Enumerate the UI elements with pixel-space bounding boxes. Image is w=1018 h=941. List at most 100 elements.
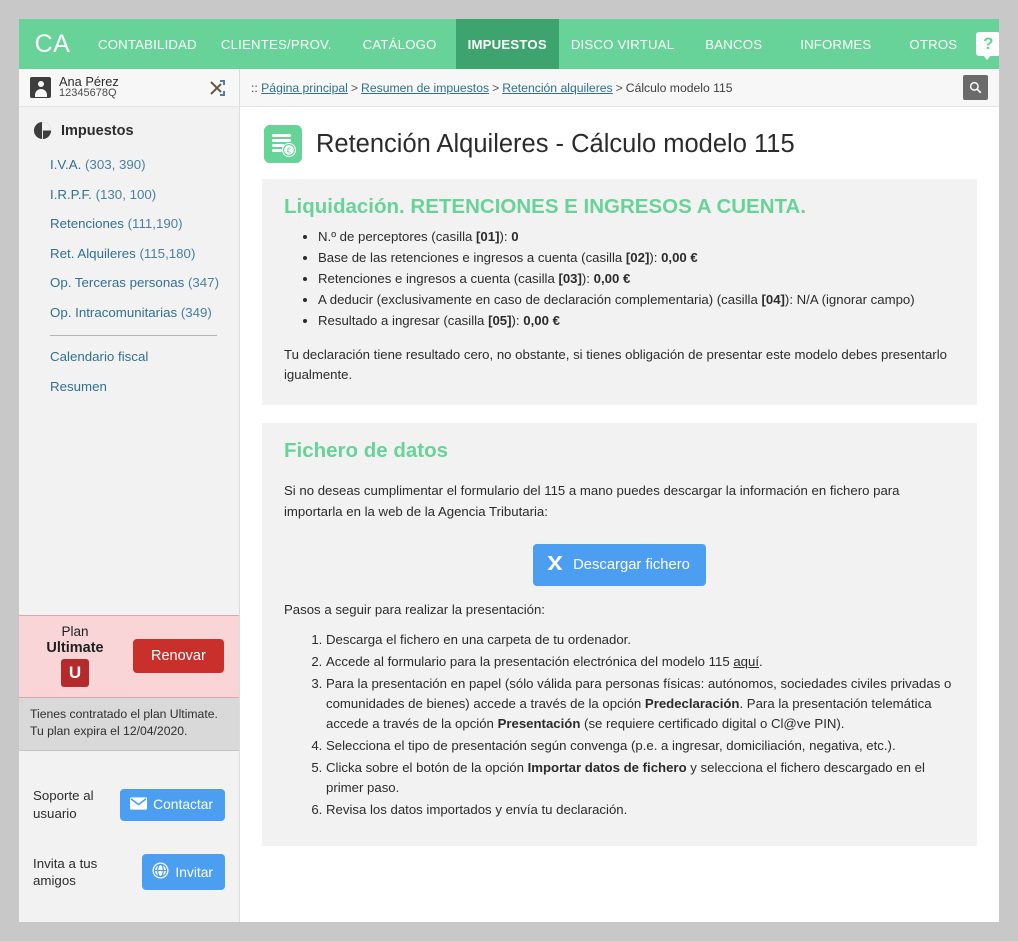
invite-button-label: Invitar (175, 864, 213, 880)
sidebar-item-retenciones[interactable]: Retenciones (111,190) (19, 209, 239, 239)
pie-chart-icon (33, 121, 52, 140)
contact-button[interactable]: Contactar (120, 788, 225, 821)
search-icon[interactable] (963, 75, 988, 100)
sidebar-item-resumen[interactable]: Resumen (19, 372, 239, 402)
item-text: Resultado a ingresar (casilla (318, 313, 489, 329)
sidebar-item-label: Op. Terceras personas (50, 275, 188, 291)
list-item: Descarga el fichero en una carpeta de tu… (326, 630, 955, 650)
breadcrumb-sep: > (492, 80, 500, 95)
nav-item-bancos[interactable]: BANCOS (686, 19, 781, 69)
nav-item-disco-virtual[interactable]: DISCO VIRTUAL (559, 19, 686, 69)
breadcrumb: :: Página principal > Resumen de impuestos… (251, 81, 963, 95)
step-bold-presentacion: Presentación (497, 715, 581, 731)
item-value: 0,00 € (523, 313, 560, 329)
breadcrumb-item-current: Cálculo modelo 115 (625, 80, 733, 95)
plan-info: Plan Ultimate U (29, 624, 121, 687)
plan-note-line2: Tu plan expira el 12/04/2020. (30, 724, 188, 739)
sidebar-item-ret-alquileres[interactable]: Ret. Alquileres (115,180) (19, 239, 239, 269)
nav-item-impuestos[interactable]: IMPUESTOS (455, 19, 559, 69)
sidebar-item-irpf[interactable]: I.R.P.F. (130, 100) (19, 180, 239, 210)
invite-label: Invita a tus amigos (33, 855, 98, 888)
breadcrumb-prefix: :: (251, 80, 258, 95)
fichero-panel: Fichero de datos Si no deseas cumpliment… (262, 423, 977, 847)
support-area: Soporte al usuario Contactar Invita a tu… (19, 751, 239, 922)
link-aqui[interactable]: aquí (733, 654, 759, 669)
sidebar-item-label: Ret. Alquileres (50, 245, 140, 261)
step-bold-predeclaracion: Predeclaración (644, 695, 740, 711)
list-item: Base de las retenciones e ingresos a cue… (318, 248, 955, 268)
brand-logo[interactable]: CA (19, 19, 86, 69)
step-text: Revisa los datos importados y envía tu d… (326, 802, 628, 818)
envelope-icon (130, 797, 148, 813)
tax-document-icon: € (264, 125, 302, 163)
item-value: 0,00 € (593, 271, 631, 287)
fichero-intro: Si no deseas cumplimentar el formulario … (284, 483, 900, 519)
plan-word: Plan (61, 624, 89, 640)
sidebar-item-num: (130, 100) (95, 186, 157, 202)
sidebar-item-iva[interactable]: I.V.A. (303, 390) (19, 150, 239, 180)
excel-file-icon (545, 553, 565, 577)
step-text: Clicka sobre el botón de la opción (326, 760, 528, 775)
step-bold-importar: Importar datos de fichero (527, 760, 687, 775)
list-item: N.º de perceptores (casilla [01]): 0 (318, 227, 955, 247)
app-window: CA CONTABILIDAD CLIENTES/PROV. CATÁLOGO … (19, 19, 999, 922)
fichero-title: Fichero de datos (284, 439, 449, 463)
support-row-invite: Invita a tus amigos Invitar (19, 854, 239, 890)
nav-item-contabilidad[interactable]: CONTABILIDAD (86, 19, 209, 69)
list-item: Para la presentación en papel (sólo váli… (326, 674, 955, 734)
sidebar-item-label: Op. Intracomunitarias (50, 304, 181, 320)
user-names: Ana Pérez 12345678Q (59, 75, 208, 100)
breadcrumb-item-pagina-principal[interactable]: Página principal (261, 81, 348, 95)
list-item: Accede al formulario para la presentació… (326, 652, 955, 672)
step-text: Accede al formulario para la presentació… (326, 653, 734, 669)
globe-icon (152, 862, 169, 882)
breadcrumb-bar: :: Página principal > Resumen de impuestos… (240, 69, 999, 107)
liquidacion-note: Tu declaración tiene resultado cero, no … (284, 347, 947, 383)
main-content: :: Página principal > Resumen de impuestos… (240, 69, 999, 922)
nav-item-catalogo[interactable]: CATÁLOGO (344, 19, 456, 69)
user-name: Ana Pérez (59, 74, 119, 90)
nav-item-informes[interactable]: INFORMES (781, 19, 890, 69)
plan-name: Ultimate (46, 639, 104, 656)
item-tail: ): (499, 229, 512, 244)
support-row-contact: Soporte al usuario Contactar (19, 787, 239, 822)
liquidacion-list: N.º de perceptores (casilla [01]): 0 Bas… (284, 227, 955, 331)
list-item: Resultado a ingresar (casilla [05]): 0,0… (318, 311, 955, 331)
breadcrumb-item-retencion-alquileres[interactable]: Retención alquileres (502, 81, 612, 95)
nav-item-otros[interactable]: OTROS (890, 19, 976, 69)
item-tail: ): (649, 250, 662, 266)
item-text: Retenciones e ingresos a cuenta (casilla (318, 271, 559, 287)
item-tail: ): (581, 271, 594, 287)
sidebar-section-title: Impuestos (61, 122, 134, 139)
download-file-label: Descargar fichero (573, 556, 690, 573)
sidebar-item-num: (347) (187, 275, 220, 291)
renew-button[interactable]: Renovar (133, 638, 224, 673)
sidebar-item-op-intracomunitarias[interactable]: Op. Intracomunitarias (349) (19, 298, 239, 328)
steps-intro: Pasos a seguir para realizar la presenta… (284, 601, 545, 617)
nav-item-clientes-prov[interactable]: CLIENTES/PROV. (209, 19, 344, 69)
sidebar-item-num: (111,190) (127, 216, 183, 232)
list-item: Clicka sobre el botón de la opción Impor… (326, 758, 955, 798)
plan-box: Plan Ultimate U Renovar (19, 615, 239, 698)
plan-note-line1: Tienes contratado el plan Ultimate. (30, 706, 218, 721)
sidebar-item-calendario-fiscal[interactable]: Calendario fiscal (19, 342, 239, 372)
breadcrumb-item-resumen-impuestos[interactable]: Resumen de impuestos (361, 81, 489, 95)
item-text: N.º de perceptores (casilla (318, 229, 477, 244)
sidebar-item-op-terceras-personas[interactable]: Op. Terceras personas (347) (19, 268, 239, 298)
item-box: [05] (488, 313, 512, 329)
step-text-tail: (se requiere certificado digital o Cl@ve… (580, 715, 845, 731)
breadcrumb-sep: > (615, 80, 623, 95)
switch-user-icon[interactable] (208, 78, 228, 98)
download-file-button[interactable]: Descargar fichero (533, 543, 706, 586)
sidebar-user-block[interactable]: Ana Pérez 12345678Q (19, 69, 239, 107)
item-box: [04] (761, 292, 785, 308)
item-box: [03] (558, 271, 582, 287)
plan-note: Tienes contratado el plan Ultimate. Tu p… (19, 697, 239, 752)
download-button-wrap: Descargar fichero (284, 543, 955, 586)
item-text: A deducir (exclusivamente en caso de dec… (318, 292, 762, 308)
invite-button[interactable]: Invitar (142, 854, 225, 890)
item-value: N/A (ignorar campo) (796, 292, 915, 308)
support-label: Soporte al usuario (33, 788, 94, 821)
help-icon[interactable]: ? (976, 32, 999, 60)
